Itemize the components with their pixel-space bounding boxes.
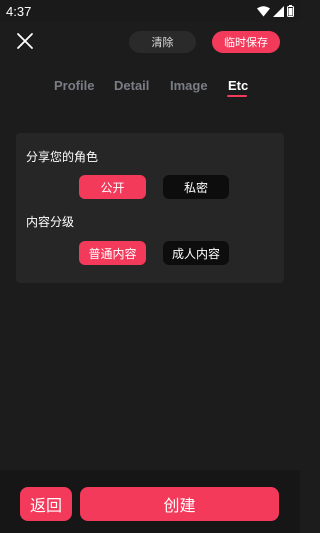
active-tab-indicator bbox=[227, 95, 247, 97]
tab-profile[interactable]: Profile bbox=[54, 78, 94, 93]
wifi-icon bbox=[257, 2, 270, 21]
status-time: 4:37 bbox=[6, 3, 32, 19]
share-section-title: 分享您的角色 bbox=[26, 150, 99, 164]
battery-icon bbox=[287, 2, 294, 21]
tab-image[interactable]: Image bbox=[170, 78, 208, 93]
create-button[interactable]: 创建 bbox=[80, 487, 279, 521]
tab-bar: Profile Detail Image Etc bbox=[0, 76, 300, 100]
tab-etc[interactable]: Etc bbox=[228, 78, 248, 93]
temp-save-button[interactable]: 临时保存 bbox=[212, 31, 280, 53]
back-button[interactable]: 返回 bbox=[20, 487, 72, 521]
top-toolbar: 清除 临时保存 bbox=[0, 22, 300, 62]
status-icons bbox=[257, 2, 294, 21]
close-button[interactable] bbox=[14, 30, 36, 52]
public-option-button[interactable]: 公开 bbox=[79, 175, 146, 199]
rating-section-title: 内容分级 bbox=[26, 215, 75, 229]
settings-card: 分享您的角色 公开 私密 内容分级 普通内容 成人内容 bbox=[16, 133, 284, 283]
bottom-action-bar: 返回 创建 bbox=[0, 470, 300, 533]
general-content-button[interactable]: 普通内容 bbox=[79, 241, 146, 265]
close-icon bbox=[14, 33, 36, 56]
private-option-button[interactable]: 私密 bbox=[163, 175, 229, 199]
clear-button[interactable]: 清除 bbox=[129, 31, 196, 53]
tab-detail[interactable]: Detail bbox=[114, 78, 149, 93]
signal-icon bbox=[273, 2, 284, 21]
status-bar: 4:37 bbox=[0, 0, 300, 22]
adult-content-button[interactable]: 成人内容 bbox=[163, 241, 229, 265]
